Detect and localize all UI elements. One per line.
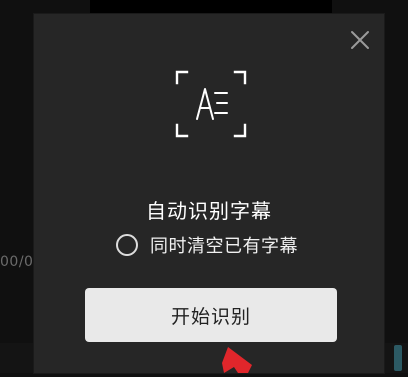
dialog-title: 自动识别字幕 [146, 199, 272, 223]
background-video-top [90, 0, 332, 14]
annotation-arrow-icon [218, 345, 262, 373]
start-recognition-button[interactable]: 开始识别 [85, 288, 337, 342]
close-icon[interactable] [348, 28, 372, 52]
radio-button[interactable] [116, 234, 138, 256]
background-accent [394, 345, 402, 371]
text-recognition-icon [171, 67, 251, 141]
option-label: 同时清空已有字幕 [150, 236, 298, 257]
auto-caption-dialog: 自动识别字幕 同时清空已有字幕 开始识别 [34, 14, 384, 373]
background-timecode: 00/0 [0, 254, 34, 270]
clear-existing-captions-option[interactable]: 同时清空已有字幕 [116, 232, 298, 258]
